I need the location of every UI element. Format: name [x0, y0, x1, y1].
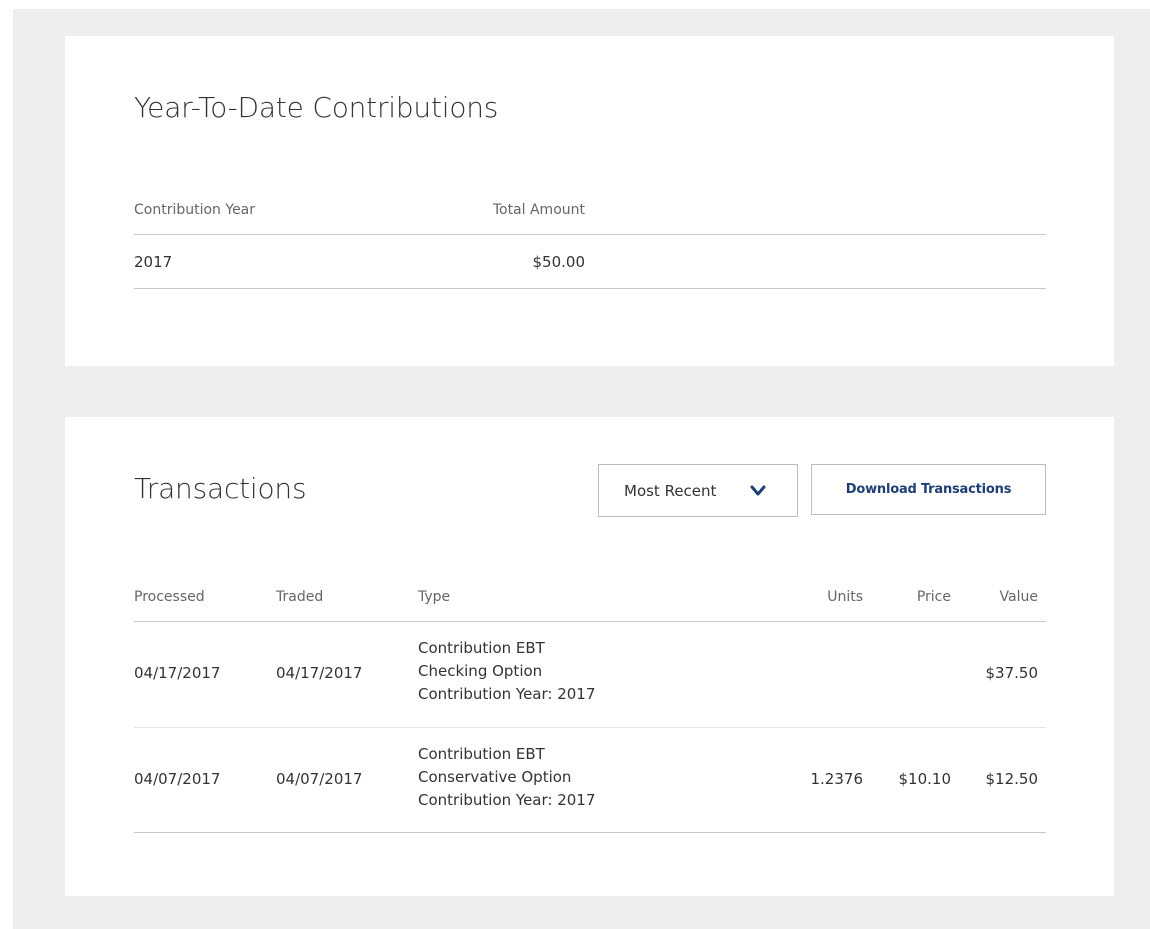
- transactions-table: Processed Traded Type Units Price Value …: [134, 583, 1046, 833]
- ytd-table-header: Contribution Year Total Amount: [134, 198, 1046, 235]
- type-line: Checking Option: [418, 662, 543, 680]
- sort-dropdown[interactable]: Most Recent: [598, 464, 798, 517]
- transactions-card: Transactions Most Recent Download Transa…: [65, 417, 1114, 896]
- ytd-year-cell: 2017: [134, 253, 173, 271]
- units-cell: 1.2376: [810, 770, 864, 788]
- table-row: 04/17/2017 04/17/2017 Contribution EBT C…: [134, 622, 1046, 728]
- type-line: Contribution Year: 2017: [418, 791, 596, 809]
- download-transactions-button[interactable]: Download Transactions: [811, 464, 1046, 515]
- processed-date-cell: 04/17/2017: [134, 664, 221, 682]
- type-line: Contribution EBT: [418, 639, 545, 657]
- traded-date-cell: 04/17/2017: [276, 664, 363, 682]
- header-value: Value: [999, 589, 1038, 605]
- processed-date-cell: 04/07/2017: [134, 770, 221, 788]
- type-line: Contribution Year: 2017: [418, 685, 596, 703]
- chevron-down-icon: [750, 485, 766, 496]
- type-cell: Contribution EBT Conservative Option Con…: [418, 743, 595, 812]
- header-processed: Processed: [134, 589, 205, 605]
- header-units: Units: [827, 589, 863, 605]
- header-total-amount: Total Amount: [492, 202, 585, 218]
- value-cell: $12.50: [985, 770, 1039, 788]
- transactions-title: Transactions: [134, 472, 307, 505]
- value-cell: $37.50: [985, 664, 1039, 682]
- sort-dropdown-label: Most Recent: [624, 481, 717, 500]
- header-traded: Traded: [276, 589, 324, 605]
- type-line: Conservative Option: [418, 768, 572, 786]
- ytd-title: Year-To-Date Contributions: [134, 91, 499, 124]
- table-row: 04/07/2017 04/07/2017 Contribution EBT C…: [134, 728, 1046, 833]
- header-price: Price: [916, 589, 951, 605]
- type-cell: Contribution EBT Checking Option Contrib…: [418, 637, 595, 706]
- transactions-table-header: Processed Traded Type Units Price Value: [134, 583, 1046, 622]
- ytd-amount-cell: $50.00: [532, 253, 586, 271]
- ytd-table-row: 2017 $50.00: [134, 235, 1046, 289]
- type-line: Contribution EBT: [418, 745, 545, 763]
- header-contribution-year: Contribution Year: [134, 202, 256, 218]
- price-cell: $10.10: [898, 770, 952, 788]
- header-type: Type: [418, 589, 451, 605]
- ytd-contributions-card: Year-To-Date Contributions Contribution …: [65, 36, 1114, 366]
- ytd-table: Contribution Year Total Amount 2017 $50.…: [134, 198, 1046, 289]
- traded-date-cell: 04/07/2017: [276, 770, 363, 788]
